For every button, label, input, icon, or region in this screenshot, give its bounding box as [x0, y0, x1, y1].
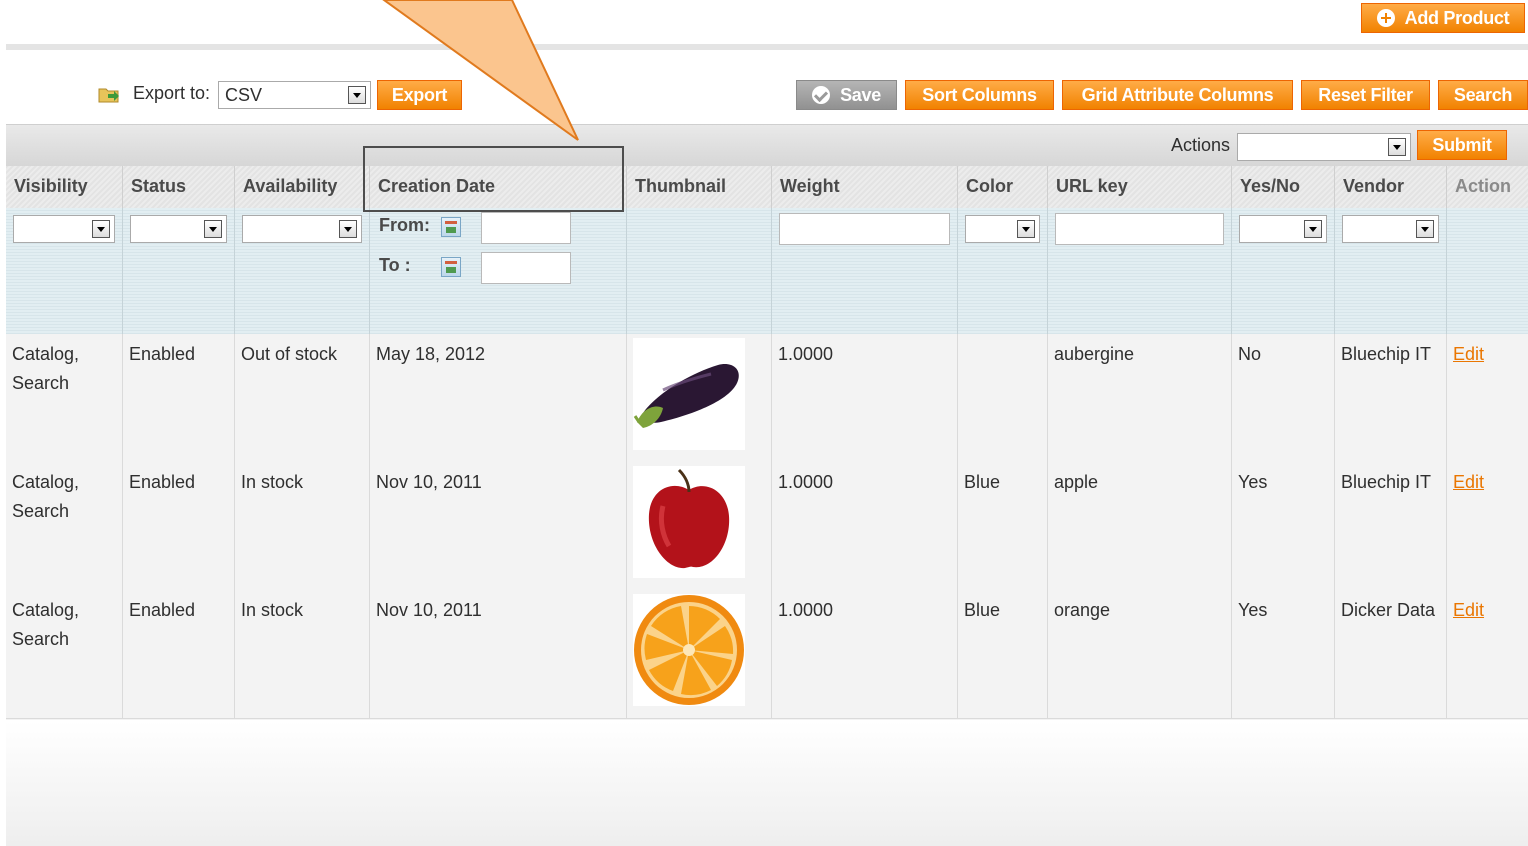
creation-date-cell: May 18, 2012 [370, 334, 627, 462]
thumbnail-cell [627, 462, 772, 590]
col-status[interactable]: Status [123, 166, 235, 208]
to-label: To : [379, 255, 411, 275]
grid-footer-area [6, 721, 1528, 846]
status-cell: Enabled [123, 462, 235, 590]
table-row: Catalog, Search Enabled In stock Nov 10,… [6, 462, 1528, 591]
check-circle-icon [812, 86, 831, 104]
submit-button[interactable]: Submit [1417, 130, 1507, 160]
thumbnail-cell [627, 334, 772, 462]
action-cell: Edit [1447, 334, 1528, 462]
availability-cell: In stock [235, 462, 370, 590]
status-filter[interactable] [130, 215, 227, 243]
weight-filter-input[interactable] [779, 213, 950, 245]
column-header-row: Visibility Status Availability Creation … [6, 166, 1528, 209]
chevron-down-icon [1304, 220, 1322, 238]
product-grid: Actions Submit Visibility Status Availab… [6, 124, 1528, 720]
export-button[interactable]: Export [377, 80, 462, 110]
col-url-key[interactable]: URL key [1048, 166, 1232, 208]
col-availability[interactable]: Availability [235, 166, 370, 208]
table-row: Catalog, Search Enabled Out of stock May… [6, 334, 1528, 463]
export-format-select[interactable]: CSV [218, 81, 371, 109]
visibility-cell: Catalog, Search [6, 462, 123, 590]
yes-no-filter[interactable] [1239, 215, 1327, 243]
chevron-down-icon [1017, 220, 1035, 238]
grid-attribute-columns-button[interactable]: Grid Attribute Columns [1062, 80, 1293, 110]
yes-no-cell: Yes [1232, 590, 1335, 718]
search-button[interactable]: Search [1438, 80, 1528, 110]
plus-circle-icon [1376, 9, 1395, 27]
edit-link[interactable]: Edit [1453, 600, 1484, 620]
chevron-down-icon [348, 86, 366, 104]
apple-image [633, 466, 745, 578]
creation-date-from-input[interactable] [481, 212, 571, 244]
actions-label: Actions [1171, 135, 1231, 155]
calendar-icon[interactable] [441, 217, 461, 237]
mass-action-bar: Actions Submit [6, 124, 1528, 167]
availability-cell: In stock [235, 590, 370, 718]
creation-date-cell: Nov 10, 2011 [370, 590, 627, 718]
weight-cell: 1.0000 [772, 334, 958, 462]
chevron-down-icon [92, 220, 110, 238]
actions-select[interactable] [1237, 133, 1411, 161]
col-vendor[interactable]: Vendor [1335, 166, 1447, 208]
filter-row: From: To : [6, 208, 1528, 335]
url-key-filter-input[interactable] [1055, 213, 1224, 245]
color-cell: Blue [958, 462, 1048, 590]
reset-filter-button[interactable]: Reset Filter [1301, 80, 1430, 110]
export-folder-icon [98, 88, 119, 103]
add-product-button[interactable]: Add Product [1361, 3, 1525, 33]
status-cell: Enabled [123, 334, 235, 462]
creation-date-cell: Nov 10, 2011 [370, 462, 627, 590]
action-cell: Edit [1447, 590, 1528, 718]
chevron-down-icon [1388, 138, 1406, 156]
vendor-cell: Bluechip IT [1335, 462, 1447, 590]
highlight-box [363, 146, 624, 212]
vendor-cell: Bluechip IT [1335, 334, 1447, 462]
table-row: Catalog, Search Enabled In stock Nov 10,… [6, 590, 1528, 719]
orange-image [633, 594, 745, 706]
url-key-cell: apple [1048, 462, 1232, 590]
chevron-down-icon [1416, 220, 1434, 238]
visibility-cell: Catalog, Search [6, 334, 123, 462]
availability-filter[interactable] [242, 215, 362, 243]
visibility-cell: Catalog, Search [6, 590, 123, 718]
visibility-filter[interactable] [13, 215, 115, 243]
col-thumbnail[interactable]: Thumbnail [627, 166, 772, 208]
eggplant-image [633, 338, 745, 450]
weight-cell: 1.0000 [772, 590, 958, 718]
yes-no-cell: No [1232, 334, 1335, 462]
col-action: Action [1455, 176, 1511, 196]
edit-link[interactable]: Edit [1453, 344, 1484, 364]
url-key-cell: orange [1048, 590, 1232, 718]
availability-cell: Out of stock [235, 334, 370, 462]
chevron-down-icon [204, 220, 222, 238]
color-filter[interactable] [965, 215, 1040, 243]
color-cell: Blue [958, 590, 1048, 718]
export-label: Export to: [133, 83, 211, 103]
sort-columns-button[interactable]: Sort Columns [905, 80, 1054, 110]
yes-no-cell: Yes [1232, 462, 1335, 590]
thumbnail-cell [627, 590, 772, 718]
status-cell: Enabled [123, 590, 235, 718]
vendor-filter[interactable] [1342, 215, 1439, 243]
color-cell [958, 334, 1048, 462]
vendor-cell: Dicker Data [1335, 590, 1447, 718]
col-yes-no[interactable]: Yes/No [1232, 166, 1335, 208]
divider [6, 44, 1528, 50]
action-cell: Edit [1447, 462, 1528, 590]
chevron-down-icon [339, 220, 357, 238]
col-visibility[interactable]: Visibility [6, 166, 123, 208]
save-button[interactable]: Save [796, 80, 897, 110]
from-label: From: [379, 215, 430, 235]
col-color[interactable]: Color [958, 166, 1048, 208]
weight-cell: 1.0000 [772, 462, 958, 590]
creation-date-to-input[interactable] [481, 252, 571, 284]
edit-link[interactable]: Edit [1453, 472, 1484, 492]
col-weight[interactable]: Weight [772, 166, 958, 208]
calendar-icon[interactable] [441, 257, 461, 277]
url-key-cell: aubergine [1048, 334, 1232, 462]
